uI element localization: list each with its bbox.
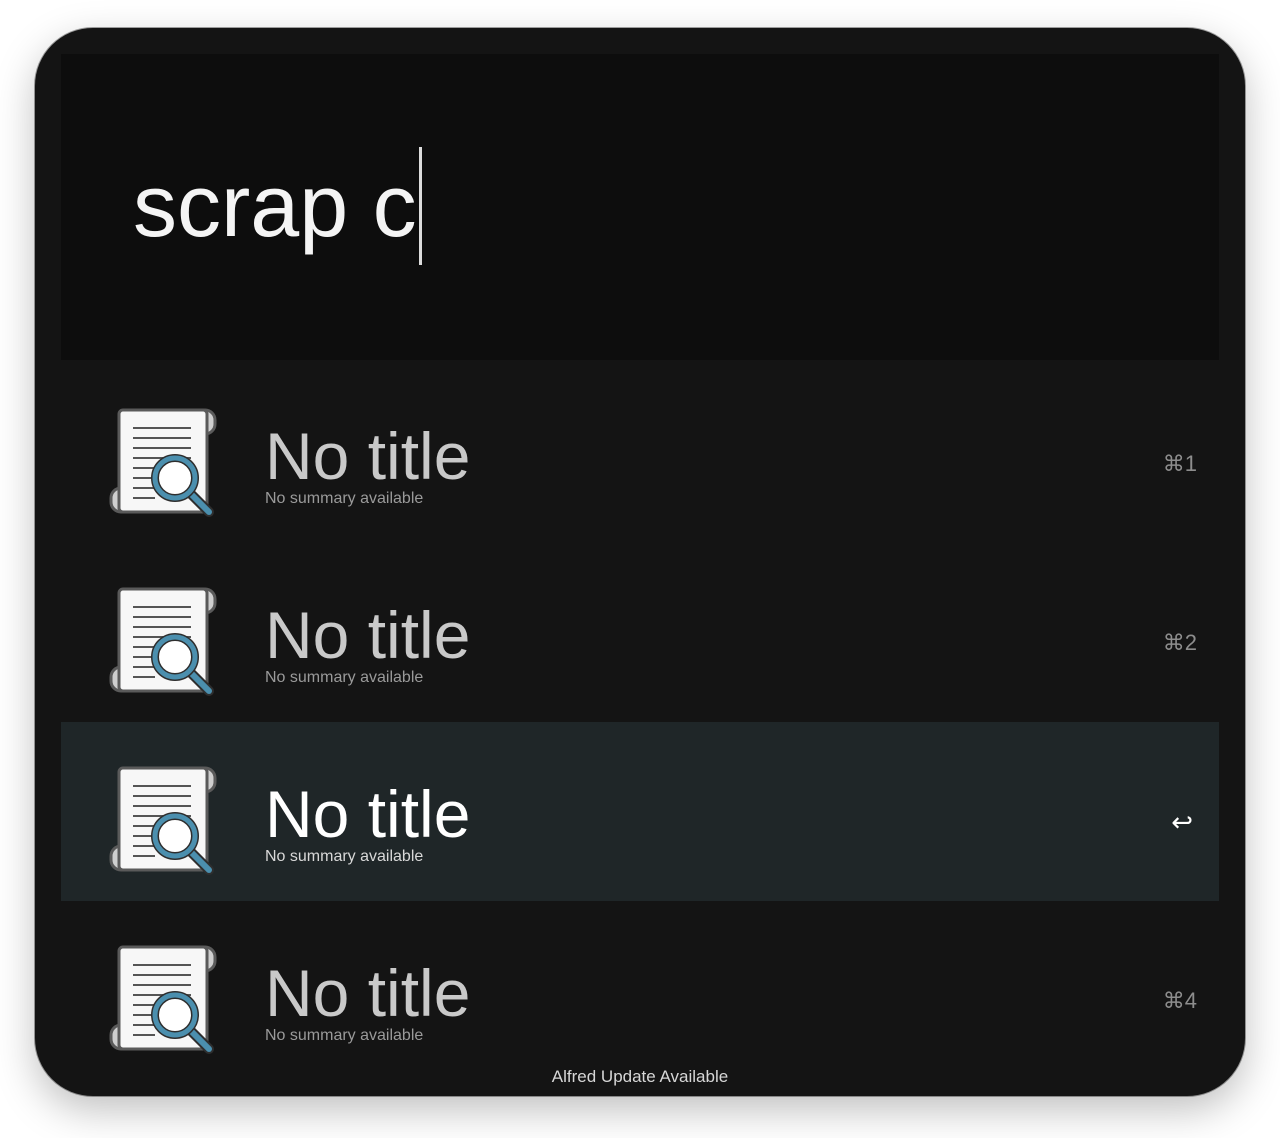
alfred-window: scrap c No title No summary available ⌘1… <box>35 28 1245 1096</box>
result-row[interactable]: No title No summary available ⌘2 <box>61 543 1219 722</box>
result-subtitle: No summary available <box>265 669 424 686</box>
result-title: No title <box>265 956 471 1030</box>
result-title: No title <box>265 419 471 493</box>
result-row[interactable]: No title No summary available ⌘4 <box>61 901 1219 1080</box>
results-list: No title No summary available ⌘1 No titl… <box>61 364 1219 1080</box>
text-caret <box>418 147 422 265</box>
result-row[interactable]: No title No summary available ⌘1 <box>61 364 1219 543</box>
result-row-selected[interactable]: No title No summary available ↩ <box>61 722 1219 901</box>
result-title: No title <box>265 777 471 851</box>
document-search-icon <box>109 766 217 875</box>
return-key-icon: ↩ <box>1171 807 1193 837</box>
document-search-icon <box>109 945 217 1054</box>
result-subtitle: No summary available <box>265 490 424 507</box>
search-field[interactable]: scrap c <box>61 54 1219 360</box>
document-search-icon <box>109 408 217 517</box>
result-subtitle: No summary available <box>265 848 424 865</box>
result-shortcut: ⌘1 <box>1162 451 1197 476</box>
result-subtitle: No summary available <box>265 1027 424 1044</box>
result-shortcut: ⌘2 <box>1162 630 1197 655</box>
search-query-text: scrap c <box>133 156 417 255</box>
search-input[interactable]: scrap c <box>133 142 422 270</box>
document-search-icon <box>109 587 217 696</box>
result-shortcut: ⌘4 <box>1162 988 1197 1013</box>
result-title: No title <box>265 598 471 672</box>
update-notice[interactable]: Alfred Update Available <box>35 1066 1245 1088</box>
